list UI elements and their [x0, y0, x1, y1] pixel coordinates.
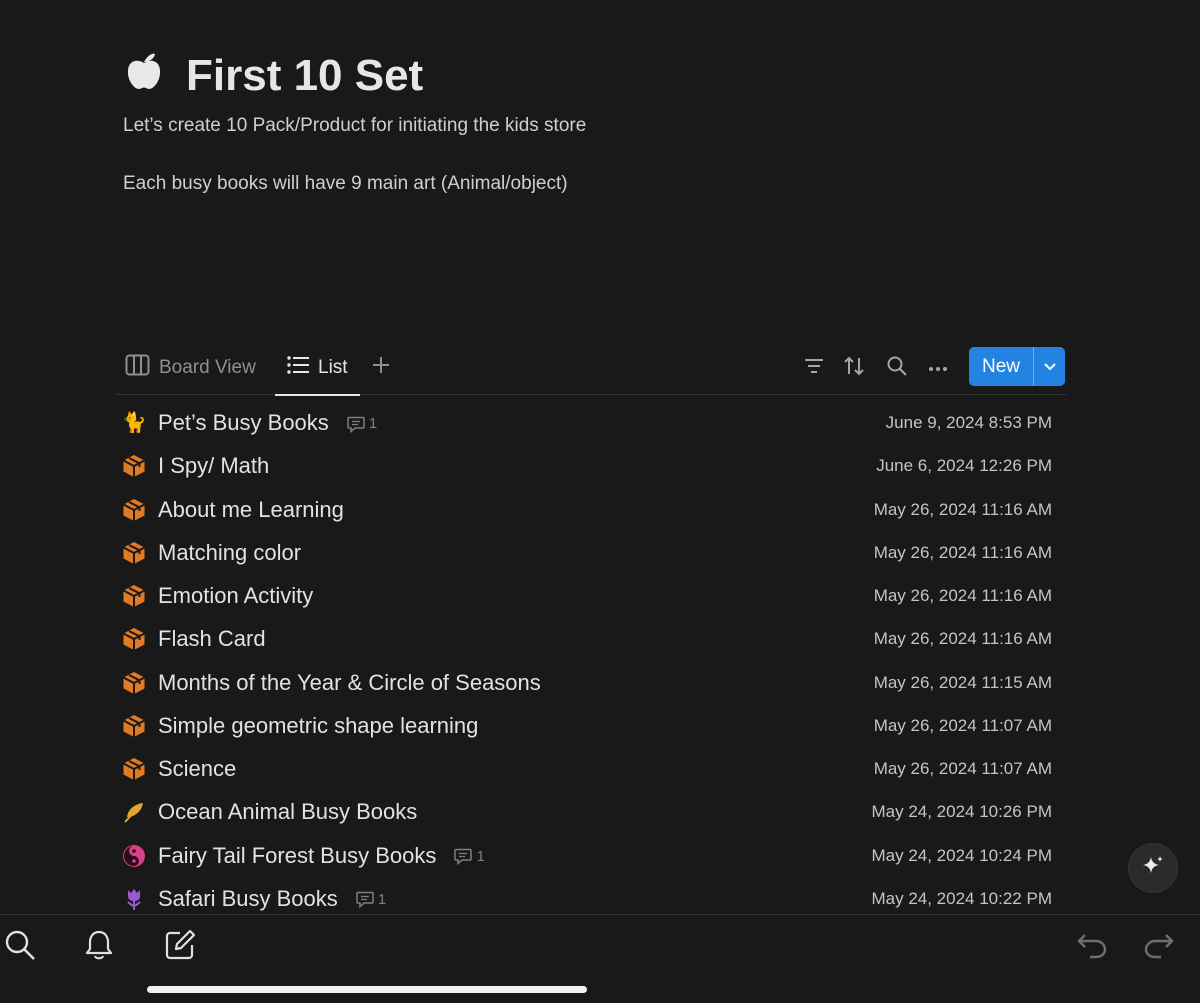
- list-item-date: June 6, 2024 12:26 PM: [876, 456, 1052, 476]
- compose-icon: [164, 929, 196, 966]
- sort-button[interactable]: [840, 354, 868, 382]
- filter-button[interactable]: [800, 354, 828, 382]
- list-item-title: Fairy Tail Forest Busy Books: [158, 842, 437, 868]
- new-button[interactable]: New: [969, 347, 1033, 386]
- list-item[interactable]: Matching color May 26, 2024 11:16 AM: [115, 531, 1066, 574]
- redo-icon: [1143, 931, 1175, 964]
- list-item-date: May 26, 2024 11:15 AM: [873, 672, 1052, 692]
- more-icon: [928, 359, 948, 377]
- list-item-date: May 26, 2024 11:16 AM: [873, 499, 1052, 519]
- list-item-date: May 26, 2024 11:16 AM: [873, 586, 1052, 605]
- comment-icon: [347, 416, 365, 433]
- tab-list[interactable]: List: [275, 340, 360, 396]
- page-title[interactable]: First 10 Set: [186, 50, 423, 102]
- comment-count-value: 1: [368, 415, 378, 433]
- box-icon: [122, 584, 146, 608]
- list-item-date: June 9, 2024 8:53 PM: [885, 413, 1052, 432]
- tab-board-view[interactable]: Board View: [125, 340, 256, 395]
- box-icon: [122, 714, 146, 738]
- list-item[interactable]: About me Learning May 26, 2024 11:16 AM: [115, 488, 1066, 531]
- tulip-icon: [122, 887, 146, 911]
- new-button-group: New: [969, 347, 1065, 386]
- cat-icon: 🐈: [121, 412, 147, 434]
- list-item-date: May 26, 2024 11:07 AM: [873, 715, 1052, 735]
- list-item-date: May 24, 2024 10:24 PM: [871, 845, 1052, 865]
- chevron-down-icon: [1043, 358, 1057, 376]
- list-item-title: Matching color: [158, 539, 302, 565]
- box-icon: [122, 757, 146, 781]
- undo-button[interactable]: [1074, 929, 1110, 965]
- yin-yang-icon: [122, 844, 146, 868]
- ai-assistant-button[interactable]: [1128, 843, 1178, 893]
- bottom-search-button[interactable]: [2, 929, 38, 965]
- search-icon: [887, 356, 907, 381]
- list-item[interactable]: Emotion Activity May 26, 2024 11:16 AM: [115, 574, 1066, 617]
- box-icon: [122, 498, 146, 522]
- list-item-date: May 24, 2024 10:26 PM: [871, 802, 1052, 822]
- tab-board-view-label: Board View: [159, 356, 256, 378]
- box-icon: [122, 627, 146, 651]
- comment-count: 1: [454, 843, 485, 871]
- sort-icon: [843, 356, 865, 381]
- filter-icon: [804, 358, 824, 379]
- apple-icon[interactable]: [122, 48, 166, 92]
- list-item-title: Safari Busy Books: [158, 885, 338, 911]
- new-dropdown-button[interactable]: [1033, 347, 1065, 386]
- list-item-title: Ocean Animal Busy Books: [158, 799, 418, 825]
- comment-icon: [454, 848, 473, 866]
- more-options-button[interactable]: [924, 354, 952, 382]
- new-page-button[interactable]: [162, 929, 198, 965]
- list-item-title: Flash Card: [158, 626, 266, 652]
- bell-icon: [84, 929, 114, 966]
- box-icon: [122, 671, 146, 695]
- comment-count: 1: [347, 410, 377, 438]
- list-item-date: May 26, 2024 11:16 AM: [873, 542, 1052, 562]
- list-item-title: About me Learning: [158, 496, 344, 522]
- search-icon: [4, 929, 36, 966]
- box-icon: [122, 454, 146, 478]
- list-item[interactable]: Science May 26, 2024 11:07 AM: [115, 747, 1066, 790]
- plus-icon: [372, 356, 390, 380]
- list-icon: [287, 355, 309, 380]
- undo-icon: [1076, 931, 1108, 964]
- list-item[interactable]: 🐈 Pet’s Busy Books 1 June 9, 2024 8:53 P…: [115, 401, 1066, 444]
- feather-icon: [122, 800, 146, 824]
- board-view-icon: [125, 354, 150, 382]
- list-item-title: Pet’s Busy Books: [158, 410, 329, 435]
- bottom-toolbar: [0, 914, 1200, 1003]
- list-view: 🐈 Pet’s Busy Books 1 June 9, 2024 8:53 P…: [115, 401, 1066, 920]
- comment-count-value: 1: [476, 847, 485, 865]
- list-item-date: May 26, 2024 11:07 AM: [873, 759, 1052, 778]
- search-button[interactable]: [883, 354, 911, 382]
- page-description-line-1[interactable]: Let’s create 10 Pack/Product for initiat…: [123, 114, 586, 138]
- list-item[interactable]: Simple geometric shape learning May 26, …: [115, 704, 1066, 747]
- sparkle-icon: [1141, 854, 1165, 883]
- database-view-bar: Board View List New: [115, 340, 1066, 396]
- list-item[interactable]: Fairy Tail Forest Busy Books 1 May 24, 2…: [115, 834, 1066, 877]
- notifications-button[interactable]: [81, 929, 117, 965]
- tab-list-label: List: [318, 356, 348, 378]
- list-item[interactable]: Months of the Year & Circle of Seasons M…: [115, 661, 1066, 704]
- list-item-title: Months of the Year & Circle of Seasons: [158, 669, 541, 695]
- list-item-title: Science: [158, 756, 237, 781]
- list-item-date: May 24, 2024 10:22 PM: [871, 888, 1052, 908]
- comment-icon: [356, 892, 374, 909]
- comment-count: 1: [356, 886, 386, 914]
- list-item[interactable]: Ocean Animal Busy Books May 24, 2024 10:…: [115, 790, 1066, 833]
- home-indicator[interactable]: [147, 986, 587, 993]
- list-item-title: I Spy/ Math: [158, 453, 270, 479]
- comment-count-value: 1: [377, 890, 387, 908]
- list-item-date: May 26, 2024 11:16 AM: [873, 629, 1052, 649]
- list-item-title: Simple geometric shape learning: [158, 712, 479, 738]
- redo-button[interactable]: [1141, 929, 1177, 965]
- box-icon: [122, 541, 146, 565]
- add-view-button[interactable]: [370, 340, 392, 395]
- page-description-line-2[interactable]: Each busy books will have 9 main art (An…: [123, 172, 568, 196]
- list-item[interactable]: Flash Card May 26, 2024 11:16 AM: [115, 617, 1066, 660]
- list-item[interactable]: I Spy/ Math June 6, 2024 12:26 PM: [115, 444, 1066, 487]
- list-item-title: Emotion Activity: [158, 583, 314, 608]
